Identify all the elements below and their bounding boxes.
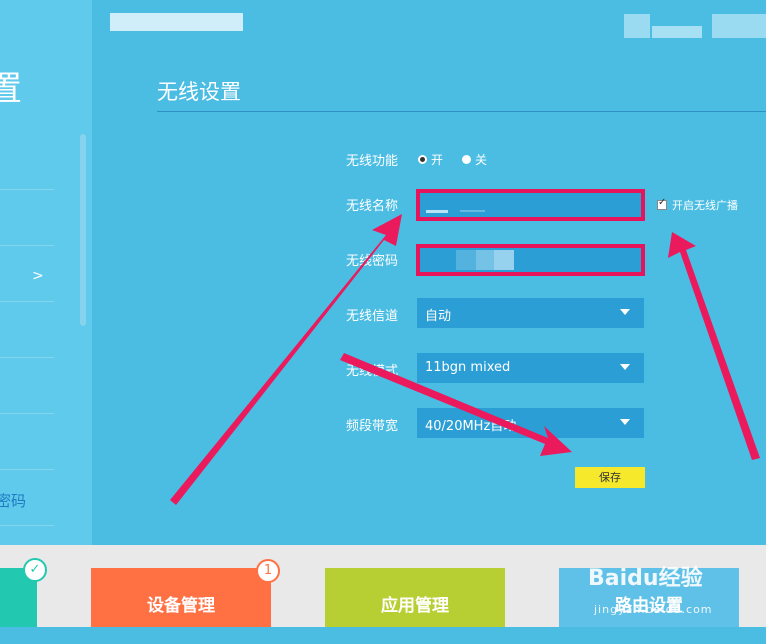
radio-off-label: 关 — [475, 153, 488, 167]
bandwidth-label: 频段带宽 — [346, 419, 399, 434]
checkbox-checked-icon — [657, 197, 667, 210]
redacted-password — [476, 250, 494, 270]
sidebar-scrollbar[interactable] — [80, 134, 86, 326]
chevron-down-icon — [620, 419, 630, 425]
redacted-header-info — [712, 14, 766, 38]
sidebar-title: 置 — [0, 69, 22, 109]
notification-badge: 1 — [256, 559, 280, 583]
save-button[interactable]: 保存 — [575, 467, 645, 488]
password-input[interactable] — [416, 244, 645, 276]
radio-off[interactable]: 关 — [462, 151, 487, 168]
mode-select[interactable]: 11bgn mixed — [417, 353, 644, 383]
redacted-header-info — [652, 26, 702, 38]
tile-device-management[interactable]: 设备管理 — [91, 568, 271, 627]
sidebar-divider — [0, 189, 54, 190]
broadcast-checkbox[interactable]: 开启无线广播 — [657, 197, 738, 213]
channel-value: 自动 — [425, 309, 452, 324]
redacted-password — [456, 250, 476, 270]
sidebar-divider — [0, 357, 54, 358]
main-panel: 无线设置 无线功能 开 关 无线名称 开启无线广播 无线密码 无线信道 自动 无… — [92, 0, 766, 545]
ssid-input[interactable] — [416, 189, 645, 221]
redacted-ssid — [460, 210, 485, 212]
tile-app-management[interactable]: 应用管理 — [325, 568, 505, 627]
wireless-function-label: 无线功能 — [346, 154, 399, 169]
redacted-header-info — [624, 14, 650, 38]
broadcast-label: 开启无线广播 — [672, 199, 738, 212]
radio-selected-icon — [418, 155, 427, 164]
bandwidth-select[interactable]: 40/20MHz自动 — [417, 408, 644, 438]
sidebar-divider — [0, 301, 54, 302]
redacted-ssid — [426, 210, 448, 213]
bandwidth-value: 40/20MHz自动 — [425, 419, 517, 434]
radio-on[interactable]: 开 — [418, 151, 443, 168]
mode-value: 11bgn mixed — [425, 360, 511, 375]
baidu-watermark: Baidu经验 — [588, 566, 703, 591]
page-title: 无线设置 — [157, 80, 241, 104]
radio-unselected-icon — [462, 155, 471, 164]
baidu-watermark-url: jingyan.baidu.com — [594, 603, 713, 616]
check-icon: ✓ — [23, 558, 47, 582]
radio-on-label: 开 — [431, 153, 444, 167]
redacted-password — [494, 250, 514, 270]
channel-label: 无线信道 — [346, 309, 399, 324]
redacted-header-text — [110, 13, 243, 31]
password-label: 无线密码 — [346, 254, 399, 269]
title-divider — [157, 111, 766, 112]
ssid-label: 无线名称 — [346, 199, 399, 214]
sidebar-divider — [0, 245, 54, 246]
chevron-down-icon — [620, 364, 630, 370]
sidebar-divider — [0, 413, 54, 414]
sidebar: 置 > ： 密码 — [0, 0, 92, 545]
sidebar-divider — [0, 469, 54, 470]
channel-select[interactable]: 自动 — [417, 298, 644, 328]
sidebar-divider — [0, 525, 54, 526]
chevron-down-icon — [620, 309, 630, 315]
sidebar-item-fragment[interactable]: ： — [0, 376, 8, 396]
chevron-right-icon[interactable]: > — [32, 268, 44, 284]
mode-label: 无线模式 — [346, 364, 399, 379]
sidebar-item-password[interactable]: 密码 — [0, 490, 26, 511]
